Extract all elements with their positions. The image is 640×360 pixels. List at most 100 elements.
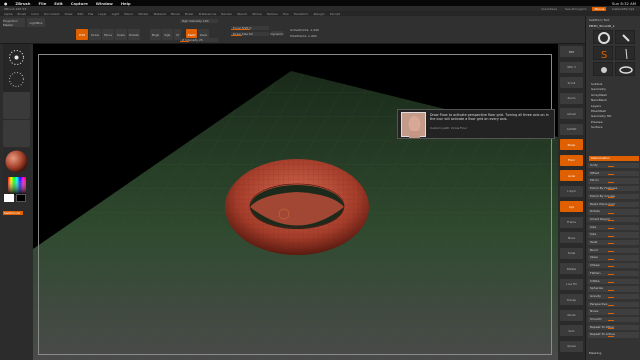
zmenu-draw[interactable]: Draw xyxy=(65,12,73,16)
rgb-button[interactable]: Rgb xyxy=(162,29,173,40)
prop-spherize[interactable]: Spherize xyxy=(588,286,639,292)
lightbox-button[interactable]: LightBox xyxy=(27,18,45,27)
zmenu-brush[interactable]: Brush xyxy=(18,12,27,16)
section-surface[interactable]: Surface xyxy=(589,125,639,130)
zmenu-document[interactable]: Document xyxy=(44,12,60,16)
zmenu-edit[interactable]: Edit xyxy=(77,12,83,16)
zmenu-light[interactable]: Light xyxy=(112,12,120,16)
prop-polish-by-features[interactable]: Polish By Features xyxy=(588,186,639,192)
zmenu-transform[interactable]: Transform xyxy=(294,12,309,16)
rail-button-l-sym[interactable]: L.Sym xyxy=(560,185,583,197)
document-canvas[interactable] xyxy=(33,44,558,360)
app-menu[interactable]: ZBrush xyxy=(15,1,30,6)
texture-off-tile[interactable] xyxy=(3,120,30,147)
quicksave-button[interactable]: QuickSave xyxy=(539,7,559,11)
projection-master-button[interactable]: Projection Master xyxy=(3,18,25,27)
zmenu-picker[interactable]: Picker xyxy=(185,12,194,16)
prop-relax-plane-grid[interactable]: Relax Plane Grid xyxy=(588,201,639,207)
rail-button-rotate[interactable]: Rotate xyxy=(560,263,583,274)
move-button[interactable]: Move xyxy=(102,29,114,40)
rail-button-ghost[interactable]: Ghost xyxy=(560,309,583,321)
main-color-swatch[interactable] xyxy=(4,194,14,202)
deformation-section[interactable]: Deformation xyxy=(589,156,639,161)
prop-size[interactable]: Size xyxy=(588,224,639,230)
alpha-off-tile[interactable] xyxy=(3,92,30,119)
rail-button-aahalf[interactable]: AAHalf xyxy=(560,123,583,135)
rail-button-xyz[interactable]: Xyz xyxy=(560,201,583,212)
rail-button-solo[interactable]: Solo xyxy=(560,325,583,336)
zmenu-marker[interactable]: Marker xyxy=(138,12,148,16)
material-tile[interactable] xyxy=(3,148,30,175)
zmenu-render[interactable]: Render xyxy=(221,12,232,16)
masking-section[interactable]: Masking xyxy=(589,351,601,355)
dots-stroke-tile[interactable] xyxy=(3,66,30,93)
prop-skew[interactable]: Skew xyxy=(588,255,639,261)
menus-toggle[interactable]: Menus xyxy=(592,6,607,11)
prop-repeat-to-other[interactable]: Repeat To Other xyxy=(588,324,639,331)
apple-icon[interactable]: ● xyxy=(4,1,7,6)
dynamic-button[interactable]: Dynamic xyxy=(270,31,284,36)
menu-file[interactable]: File xyxy=(39,1,47,6)
menu-capture[interactable]: Capture xyxy=(71,1,88,6)
prop-perspective[interactable]: Perspective xyxy=(588,301,639,307)
switch-color-button[interactable]: SwitchColor xyxy=(3,211,23,215)
rail-button-frame[interactable]: Frame xyxy=(560,216,583,228)
prop-polish-by-groups[interactable]: Polish By Groups xyxy=(588,193,639,200)
see-through-slider[interactable]: See-through 0 xyxy=(563,7,588,11)
rail-button-actual[interactable]: Actual xyxy=(560,108,583,119)
rail-button-spix-3[interactable]: SPix 3 xyxy=(560,61,583,73)
zmenu-tool[interactable]: Tool xyxy=(283,12,289,16)
zmenu-file[interactable]: File xyxy=(88,12,93,16)
prop-repeat-to-active[interactable]: Repeat To Active xyxy=(588,332,639,338)
zmenu-zscript[interactable]: Zscript xyxy=(330,12,340,16)
prop-smooth[interactable]: Smooth xyxy=(588,317,639,323)
rail-button-local[interactable]: Local xyxy=(560,170,583,181)
rail-button-move[interactable]: Move xyxy=(560,232,583,243)
prop-size[interactable]: Size xyxy=(588,232,639,238)
prop-inflate[interactable]: Inflate xyxy=(588,278,639,284)
draw-size-slider[interactable]: Draw Size 64 xyxy=(231,32,269,36)
zmenu-macro[interactable]: Macro xyxy=(124,12,133,16)
rail-button-xpose[interactable]: Xpose xyxy=(560,340,583,352)
draw-button[interactable]: Draw xyxy=(89,29,101,40)
prop-twist[interactable]: Twist xyxy=(588,240,639,246)
secondary-color-swatch[interactable] xyxy=(16,194,26,202)
rgb-intensity-slider[interactable]: Rgb Intensity 100 xyxy=(180,19,218,23)
zmenu-zplugin[interactable]: Zplugin xyxy=(313,12,324,16)
cylinder-thumb[interactable] xyxy=(615,46,635,60)
mrgb-button[interactable]: Mrgb xyxy=(150,29,161,40)
zmenu-texture[interactable]: Texture xyxy=(267,12,278,16)
scale-button[interactable]: Scale xyxy=(115,29,127,40)
rotate-button[interactable]: Rotate xyxy=(128,29,140,40)
pm3d-torus-thumb[interactable]: S xyxy=(593,46,613,61)
rail-button-floor[interactable]: Floor xyxy=(560,154,583,166)
rail-button-scale[interactable]: Scale xyxy=(560,247,583,259)
prop-offset[interactable]: Offset xyxy=(588,170,639,177)
zmenu-stroke[interactable]: Stroke xyxy=(252,12,262,16)
prop-gravity[interactable]: Gravity xyxy=(588,293,639,300)
zmenu-color[interactable]: Color xyxy=(31,12,39,16)
prop-sskew[interactable]: SSkew xyxy=(588,263,639,269)
pm3d-torus-1-thumb[interactable] xyxy=(615,62,635,76)
rail-button-persp[interactable]: Persp xyxy=(560,139,583,150)
zmenu-material[interactable]: Material xyxy=(154,12,166,16)
prop-mirror[interactable]: Mirror xyxy=(588,178,639,184)
prop-unify[interactable]: Unify xyxy=(588,163,639,169)
polymesh-thumb[interactable] xyxy=(593,62,613,76)
menu-window[interactable]: Window xyxy=(96,1,113,6)
simplebrush-thumb[interactable] xyxy=(615,30,635,44)
zmenu-movie[interactable]: Movie xyxy=(171,12,180,16)
menu-edit[interactable]: Edit xyxy=(54,1,62,6)
edit-button[interactable]: Edit xyxy=(76,29,88,40)
zmenu-preferences[interactable]: Preferences xyxy=(199,12,217,16)
focal-shift-slider[interactable]: Focal Shift 0 xyxy=(231,26,269,30)
rail-button-line-fill[interactable]: Line Fill xyxy=(560,278,583,290)
rail-button-zoom[interactable]: Zoom xyxy=(560,92,583,104)
prop-bend[interactable]: Bend xyxy=(588,247,639,254)
torus-tool-thumb[interactable] xyxy=(593,30,613,44)
default-zscript-button[interactable]: DefaultZScript xyxy=(610,7,636,11)
prop-noise[interactable]: Noise xyxy=(588,309,639,315)
prop-rotate[interactable]: Rotate xyxy=(588,209,639,215)
prop-flatten[interactable]: Flatten xyxy=(588,270,639,277)
zmenu-layer[interactable]: Layer xyxy=(98,12,106,16)
